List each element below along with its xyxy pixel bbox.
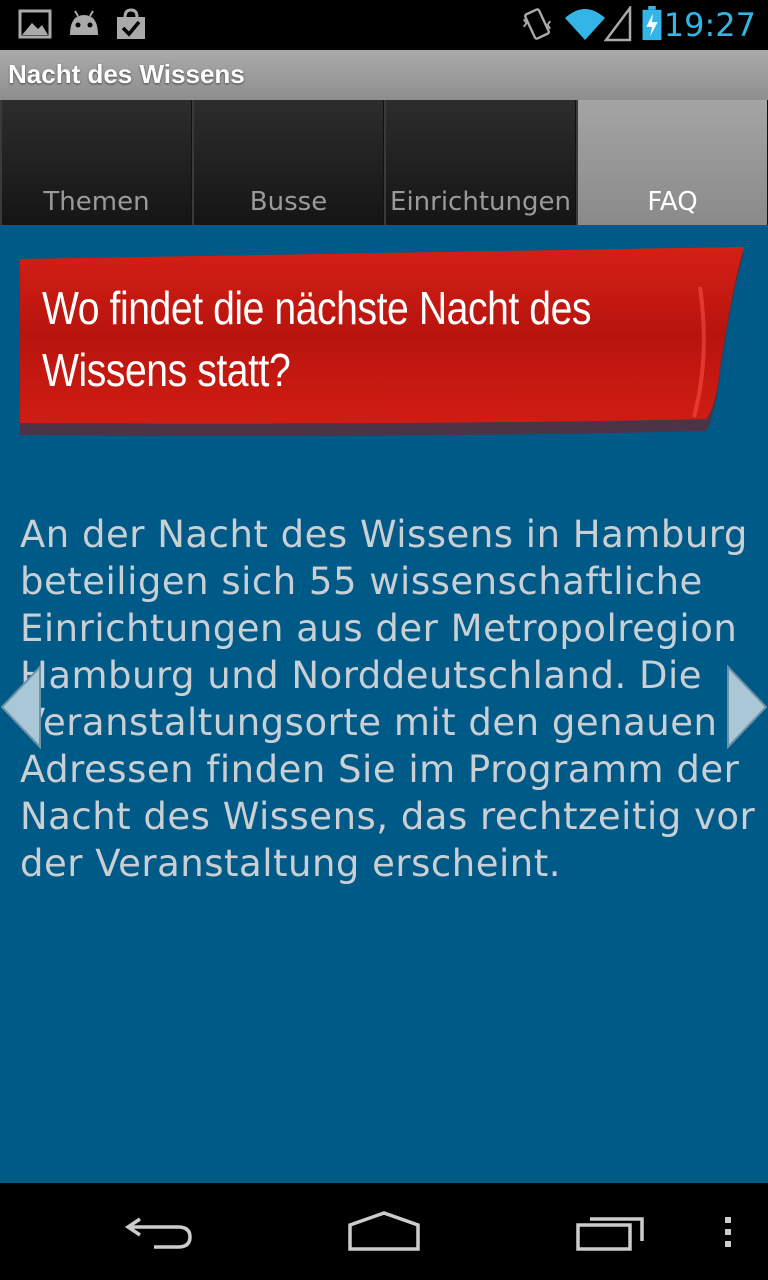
tab-label: Busse	[249, 187, 328, 217]
tab-label: Einrichtungen	[390, 187, 571, 217]
action-bar: Nacht des Wissens	[0, 50, 768, 100]
back-icon[interactable]	[124, 1211, 196, 1251]
clock: 19:27	[663, 6, 756, 44]
status-bar: 19:27	[0, 0, 768, 50]
tab-label: FAQ	[647, 187, 698, 217]
faq-question: Wo findet die nächste Nacht des Wissens …	[42, 282, 592, 396]
vibrate-icon	[522, 8, 552, 40]
image-icon	[18, 9, 52, 39]
menu-icon[interactable]	[722, 1211, 734, 1251]
signal-icon	[604, 6, 632, 42]
previous-arrow-icon[interactable]	[0, 665, 42, 749]
tab-bar: Themen Busse Einrichtungen FAQ	[0, 100, 768, 225]
wifi-icon	[565, 9, 605, 40]
tab-label: Themen	[43, 187, 150, 217]
faq-content[interactable]: Wo findet die nächste Nacht des Wissens …	[0, 225, 768, 1183]
tab-einrichtungen[interactable]: Einrichtungen	[384, 100, 576, 225]
battery-charging-icon	[642, 6, 662, 41]
recent-apps-icon[interactable]	[574, 1211, 646, 1253]
question-banner: Wo findet die nächste Nacht des Wissens …	[20, 247, 746, 437]
home-icon[interactable]	[346, 1211, 422, 1251]
tab-themen[interactable]: Themen	[0, 100, 192, 225]
shopping-bag-icon	[117, 8, 145, 39]
app-title: Nacht des Wissens	[8, 59, 245, 89]
navigation-bar	[0, 1183, 768, 1280]
tab-busse[interactable]: Busse	[192, 100, 384, 225]
android-icon	[70, 10, 98, 35]
faq-answer: An der Nacht des Wissens in Hamburg bete…	[20, 513, 756, 885]
tab-faq[interactable]: FAQ	[576, 100, 768, 225]
next-arrow-icon[interactable]	[726, 665, 768, 749]
